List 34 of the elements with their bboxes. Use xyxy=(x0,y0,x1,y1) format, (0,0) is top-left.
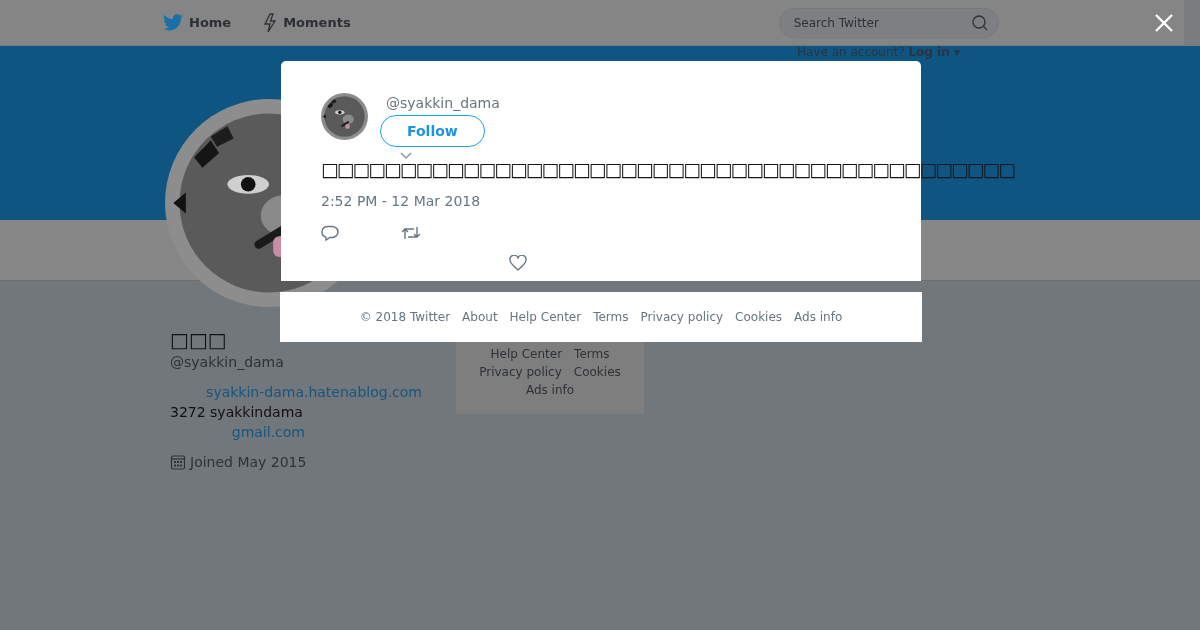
footer-link[interactable]: Terms xyxy=(574,345,610,363)
bio-text: 3272 syakkindama xyxy=(170,403,304,422)
bird-icon xyxy=(163,14,183,31)
footer-link[interactable]: Privacy policy xyxy=(479,363,562,381)
footer-link[interactable]: Ads info xyxy=(525,381,575,399)
login-prompt: Have an account? Log in ▾ xyxy=(797,45,960,59)
profile-handle: @syakkin_dama xyxy=(170,354,285,370)
search-input[interactable]: Search Twitter xyxy=(791,14,972,31)
tweet-timestamp: 2:52 PM - 12 Mar 2018 xyxy=(321,193,482,209)
footer-link[interactable]: Terms xyxy=(593,310,629,324)
copyright-text: © 2018 Twitter xyxy=(359,310,451,324)
reply-icon[interactable] xyxy=(321,225,339,241)
follow-button[interactable]: Follow xyxy=(380,115,485,147)
footer-link[interactable]: Ads info xyxy=(794,310,843,324)
heart-icon[interactable] xyxy=(509,255,527,271)
calendar-icon xyxy=(170,454,186,470)
search-field[interactable]: Search Twitter xyxy=(778,7,999,38)
footer-link[interactable]: Cookies xyxy=(573,363,621,381)
nav-link[interactable]: Home xyxy=(163,14,232,31)
footer-link[interactable]: Help Center xyxy=(490,345,563,363)
lightning-icon xyxy=(263,12,278,33)
profile-name: □□□ xyxy=(170,328,228,352)
retweet-icon[interactable] xyxy=(401,225,421,241)
scrollbar[interactable] xyxy=(1184,0,1200,46)
footer-link[interactable]: Help Center xyxy=(509,310,582,324)
close-button[interactable] xyxy=(1153,12,1174,33)
nav-link[interactable]: Moments xyxy=(263,12,351,33)
joined-date: Joined May 2015 xyxy=(190,454,307,470)
search-icon xyxy=(971,14,988,31)
footer-link[interactable]: About xyxy=(462,310,498,324)
footer-link[interactable]: Privacy policy xyxy=(640,310,724,324)
chevron-icon[interactable] xyxy=(400,152,412,160)
footer-link[interactable]: Cookies xyxy=(735,310,783,324)
tweet-handle: @syakkin_dama xyxy=(386,95,500,111)
